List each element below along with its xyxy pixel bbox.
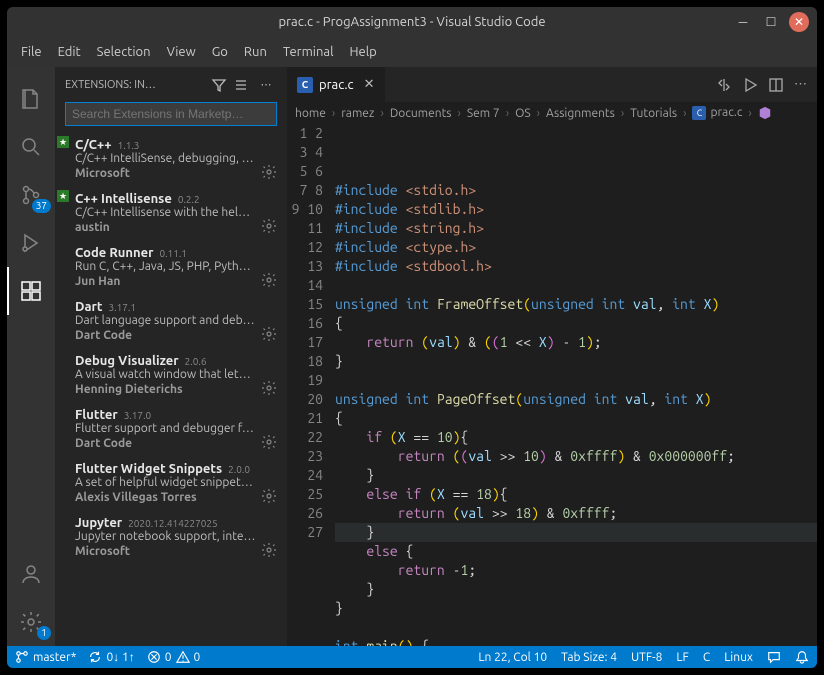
compare-icon[interactable]: [716, 77, 732, 93]
menu-file[interactable]: File: [13, 41, 50, 63]
extension-item[interactable]: Code Runner0.11.1 Run C, C++, Java, JS, …: [55, 240, 287, 294]
breadcrumb[interactable]: home›ramez›Documents›Sem 7›OS›Assignment…: [287, 102, 817, 124]
extension-item[interactable]: Flutter3.17.0 Flutter support and debugg…: [55, 402, 287, 456]
gear-icon[interactable]: [261, 272, 277, 288]
clear-icon[interactable]: [233, 77, 255, 93]
gear-icon[interactable]: [261, 218, 277, 234]
feedback-icon[interactable]: [767, 650, 781, 664]
status-eol[interactable]: LF: [676, 651, 688, 664]
close-tab-icon[interactable]: ✕: [360, 77, 375, 92]
extension-item[interactable]: Dart3.17.1 Dart language support and deb…: [55, 294, 287, 348]
window-title: prac.c - ProgAssignment3 - Visual Studio…: [279, 15, 546, 29]
search-input[interactable]: [65, 102, 277, 126]
crumb[interactable]: Sem 7: [467, 107, 500, 120]
menu-selection[interactable]: Selection: [89, 41, 159, 63]
crumb[interactable]: Tutorials: [630, 107, 677, 120]
crumb[interactable]: OS: [515, 107, 531, 120]
status-os[interactable]: Linux: [724, 651, 753, 664]
line-gutter: 1 2 3 4 5 6 7 8 9 10 11 12 13 14 15 16 1…: [287, 124, 335, 646]
status-encoding[interactable]: UTF-8: [631, 651, 662, 664]
crumb-symbol-icon[interactable]: [758, 106, 772, 120]
code-editor[interactable]: #include <stdio.h>#include <stdlib.h>#in…: [335, 124, 817, 646]
minimize-button[interactable]: ─: [733, 12, 753, 32]
extension-list: C/C++1.1.3 C/C++ IntelliSense, debugging…: [55, 132, 287, 646]
settings-badge: 1: [37, 626, 51, 640]
menu-help[interactable]: Help: [341, 41, 384, 63]
gear-icon[interactable]: [261, 542, 277, 558]
scm-badge: 37: [32, 199, 51, 213]
status-position[interactable]: Ln 22, Col 10: [478, 651, 547, 664]
editor-more-icon[interactable]: ⋯: [794, 77, 807, 92]
c-lang-icon: C: [297, 77, 313, 93]
maximize-button[interactable]: ☐: [761, 12, 781, 32]
bell-icon[interactable]: [795, 650, 809, 664]
extension-item[interactable]: C++ Intellisense0.2.2 C/C++ Intellisense…: [55, 186, 287, 240]
crumb-file[interactable]: Cprac.c: [692, 106, 742, 120]
status-tabsize[interactable]: Tab Size: 4: [561, 651, 617, 664]
status-language[interactable]: C: [703, 651, 710, 664]
status-problems[interactable]: 0 0: [147, 650, 201, 664]
editor-tab[interactable]: C prac.c ✕: [287, 67, 386, 102]
tab-filename: prac.c: [319, 78, 354, 92]
crumb[interactable]: Assignments: [546, 107, 615, 120]
sidebar-title: EXTENSIONS: IN…: [65, 79, 211, 91]
activity-bar: 37 1: [7, 67, 55, 646]
split-editor-icon[interactable]: [768, 77, 784, 93]
status-sync[interactable]: 0↓ 1↑: [88, 650, 134, 664]
source-control-icon[interactable]: 37: [7, 171, 55, 219]
crumb[interactable]: ramez: [341, 107, 374, 120]
menubar: FileEditSelectionViewGoRunTerminalHelp: [7, 37, 817, 67]
menu-terminal[interactable]: Terminal: [275, 41, 342, 63]
gear-icon[interactable]: [261, 326, 277, 342]
extension-item[interactable]: Debug Visualizer2.0.6 A visual watch win…: [55, 348, 287, 402]
menu-go[interactable]: Go: [204, 41, 236, 63]
status-branch[interactable]: master*: [15, 650, 76, 664]
run-debug-icon[interactable]: [7, 219, 55, 267]
crumb[interactable]: Documents: [390, 107, 452, 120]
accounts-icon[interactable]: [7, 550, 55, 598]
explorer-icon[interactable]: [7, 75, 55, 123]
extensions-icon[interactable]: [7, 267, 55, 315]
gear-icon[interactable]: [261, 488, 277, 504]
menu-edit[interactable]: Edit: [50, 41, 89, 63]
editor-tabs: C prac.c ✕ ⋯: [287, 67, 817, 102]
gear-icon[interactable]: [261, 434, 277, 450]
extension-item[interactable]: Jupyter2020.12.414227025 Jupyter noteboo…: [55, 510, 287, 564]
search-icon[interactable]: [7, 123, 55, 171]
menu-run[interactable]: Run: [236, 41, 275, 63]
gear-icon[interactable]: [261, 380, 277, 396]
sidebar: EXTENSIONS: IN… ⋯ C/C++1.1.3 C/C++ Intel…: [55, 67, 287, 646]
status-bar: master* 0↓ 1↑ 0 0 Ln 22, Col 10 Tab Size…: [7, 646, 817, 668]
more-icon[interactable]: ⋯: [255, 78, 277, 91]
filter-icon[interactable]: [211, 77, 233, 93]
titlebar: prac.c - ProgAssignment3 - Visual Studio…: [7, 7, 817, 37]
gear-icon[interactable]: [261, 164, 277, 180]
crumb[interactable]: home: [295, 107, 326, 120]
settings-gear-icon[interactable]: 1: [7, 598, 55, 646]
extension-item[interactable]: C/C++1.1.3 C/C++ IntelliSense, debugging…: [55, 132, 287, 186]
menu-view[interactable]: View: [159, 41, 204, 63]
extension-item[interactable]: Flutter Widget Snippets2.0.0 A set of he…: [55, 456, 287, 510]
close-button[interactable]: ✕: [789, 12, 809, 32]
run-icon[interactable]: [742, 77, 758, 93]
